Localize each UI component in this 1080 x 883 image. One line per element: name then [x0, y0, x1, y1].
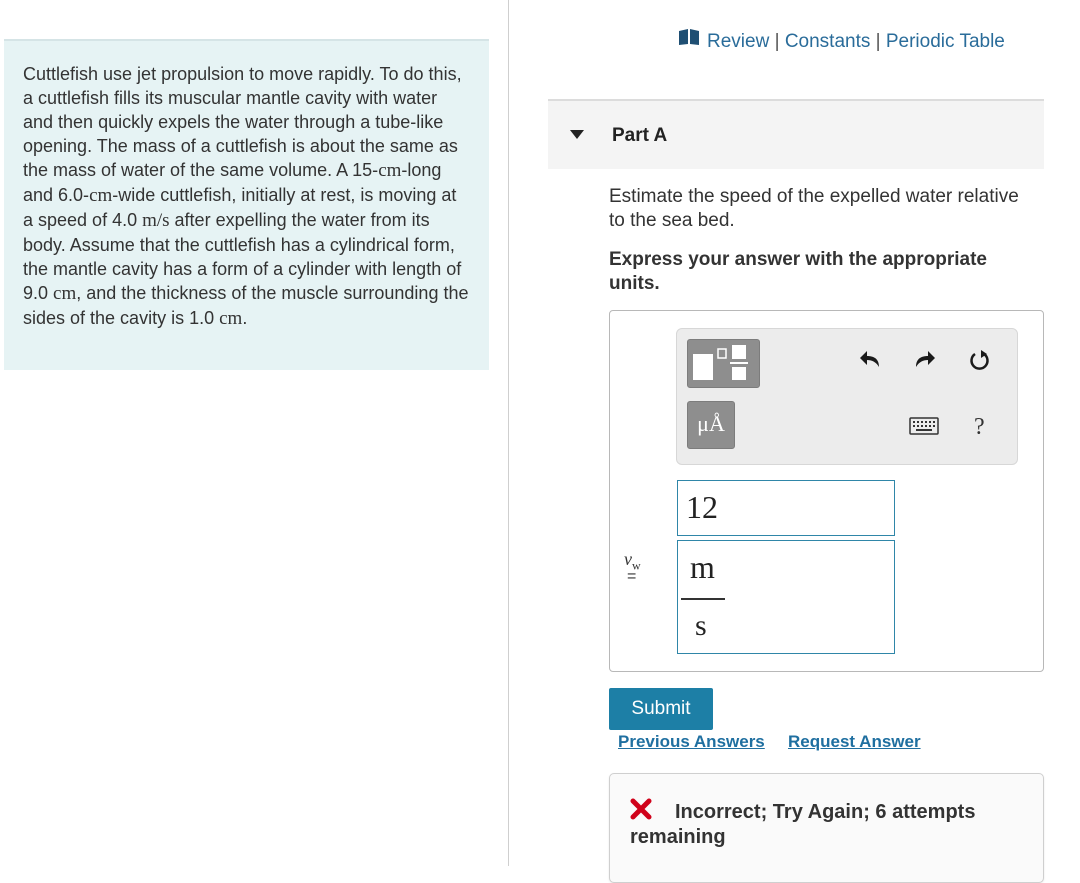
unit-cm: cm [378, 160, 402, 181]
link-separator: | [870, 31, 886, 53]
help-icon[interactable]: ? [974, 414, 985, 441]
review-link[interactable]: Review [707, 31, 769, 52]
answer-instructions: Express your answer with the appropriate… [609, 249, 987, 294]
feedback-box: Incorrect; Try Again; 6 attempts remaini… [609, 773, 1044, 883]
equals-sign: = [627, 568, 637, 585]
unit-cm: cm [89, 185, 113, 206]
fraction-bar [681, 598, 725, 600]
submit-button[interactable]: Submit [609, 688, 713, 730]
unit-cm: cm [219, 308, 243, 329]
book-icon [678, 29, 700, 51]
collapse-triangle-icon[interactable] [570, 130, 584, 139]
unit-denominator: s [695, 609, 707, 642]
keyboard-icon[interactable] [909, 417, 939, 440]
resource-links: Review | Constants | Periodic Table [678, 29, 1005, 53]
part-header[interactable]: Part A [548, 99, 1044, 169]
units-button[interactable]: μÅ [687, 401, 735, 449]
fraction-template-button[interactable] [687, 339, 760, 388]
column-divider [508, 0, 509, 866]
unit-cm: cm [53, 283, 77, 304]
problem-statement: Cuttlefish use jet propulsion to move ra… [4, 39, 489, 370]
units-input[interactable]: m s [677, 540, 895, 654]
link-separator: | [769, 31, 785, 53]
value-input[interactable]: 12 [677, 480, 895, 536]
periodic-table-link[interactable]: Periodic Table [886, 31, 1005, 52]
feedback-message: Incorrect; Try Again; 6 attempts remaini… [630, 801, 976, 848]
part-title: Part A [612, 125, 668, 146]
unit-m-per-s: m/s [142, 210, 170, 231]
unit-numerator: m [690, 549, 715, 585]
previous-answers-link[interactable]: Previous Answers [618, 732, 765, 752]
units-icon: μÅ [697, 411, 725, 436]
fraction-template-icon [693, 345, 748, 380]
undo-icon[interactable] [859, 349, 881, 374]
redo-icon[interactable] [914, 349, 936, 374]
math-toolbar: μÅ ? [676, 328, 1018, 465]
request-answer-link[interactable]: Request Answer [788, 732, 921, 752]
question-text: Estimate the speed of the expelled water… [609, 186, 1019, 231]
reset-icon[interactable] [968, 349, 992, 378]
constants-link[interactable]: Constants [785, 31, 871, 52]
